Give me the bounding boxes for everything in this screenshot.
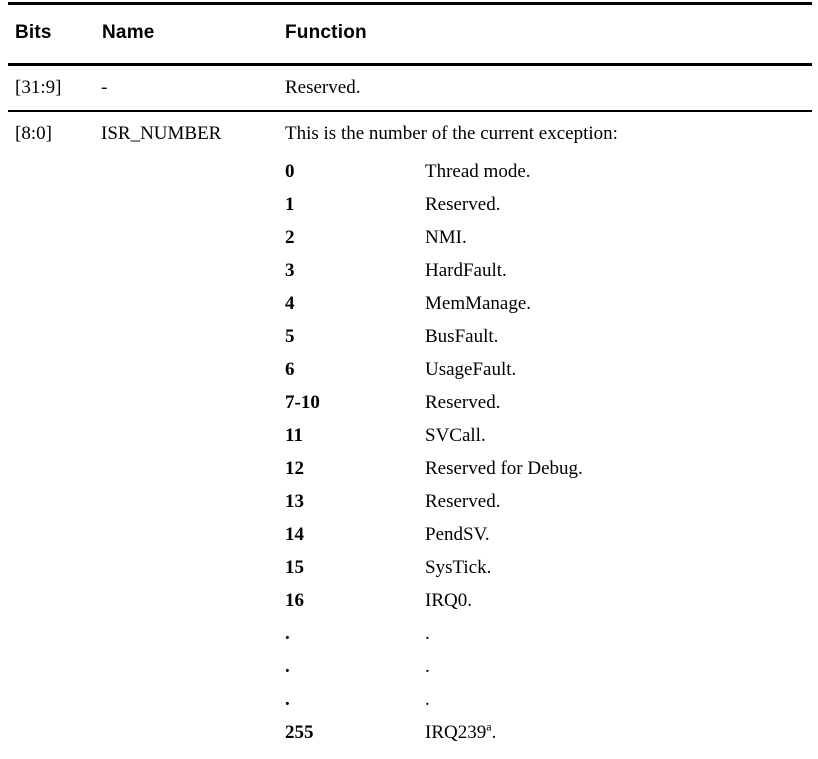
isr-value-row: 11 SVCall. <box>285 419 805 452</box>
isr-value-number: 2 <box>285 227 295 248</box>
isr-value-description: . <box>425 623 430 644</box>
isr-value-description: SysTick. <box>425 557 492 578</box>
isr-value-number: 15 <box>285 557 304 578</box>
row-bits-8-0: [8:0] <box>15 123 52 144</box>
register-bit-field-table: Bits Name Function [31:9] - Reserved. [8… <box>0 0 818 759</box>
isr-value-row: 7-10 Reserved. <box>285 386 805 419</box>
table-header-rule <box>8 63 812 66</box>
isr-number-value-list: 0 Thread mode. 1 Reserved. 2 NMI. 3 HardFault. 4… <box>285 155 805 749</box>
isr-value-description: NMI. <box>425 227 467 248</box>
isr-value-description: MemManage. <box>425 293 532 314</box>
isr-value-row: 2 NMI. <box>285 221 805 254</box>
table-top-rule <box>8 2 812 5</box>
isr-value-description: Reserved. <box>425 491 501 512</box>
isr-value-description: SVCall. <box>425 425 486 446</box>
isr-value-number: 5 <box>285 326 295 347</box>
isr-ellipsis-row: .. <box>285 617 805 650</box>
isr-value-description: IRQ239a. <box>425 716 496 749</box>
row-name-isr-number: ISR_NUMBER <box>101 123 222 144</box>
isr-value-description: . <box>425 656 430 677</box>
row-function-isr-intro: This is the number of the current except… <box>285 123 618 144</box>
row-function-31-9: Reserved. <box>285 77 361 98</box>
isr-value-row: 3 HardFault. <box>285 254 805 287</box>
isr-value-number: 255 <box>285 722 314 743</box>
isr-value-number: 7-10 <box>285 392 320 413</box>
isr-value-row: 12 Reserved for Debug. <box>285 452 805 485</box>
isr-ellipsis-row: .. <box>285 650 805 683</box>
isr-value-description: Reserved. <box>425 392 501 413</box>
isr-value-number: 16 <box>285 590 304 611</box>
isr-value-row: 0 Thread mode. <box>285 155 805 188</box>
column-header-bits: Bits <box>15 22 52 43</box>
isr-value-row: 255 IRQ239a. <box>285 716 805 749</box>
isr-value-row: 1 Reserved. <box>285 188 805 221</box>
isr-value-description: HardFault. <box>425 260 507 281</box>
isr-value-number: 3 <box>285 260 295 281</box>
isr-value-row: 5 BusFault. <box>285 320 805 353</box>
isr-value-description: BusFault. <box>425 326 499 347</box>
isr-value-number: 11 <box>285 425 303 446</box>
isr-value-number: . <box>285 689 290 710</box>
isr-value-row: 4 MemManage. <box>285 287 805 320</box>
isr-value-number: 1 <box>285 194 295 215</box>
isr-value-number: . <box>285 623 290 644</box>
isr-value-number: 13 <box>285 491 304 512</box>
row-bits-31-9: [31:9] <box>15 77 62 98</box>
column-header-function: Function <box>285 22 367 43</box>
isr-value-description: . <box>425 689 430 710</box>
isr-value-row: 14 PendSV. <box>285 518 805 551</box>
isr-value-description: Thread mode. <box>425 161 531 182</box>
isr-value-description: IRQ0. <box>425 590 472 611</box>
isr-value-number: 4 <box>285 293 295 314</box>
isr-value-description: PendSV. <box>425 524 490 545</box>
isr-value-row: 15 SysTick. <box>285 551 805 584</box>
isr-value-description-suffix: . <box>491 722 497 743</box>
isr-value-row: 16 IRQ0. <box>285 584 805 617</box>
table-row-divider <box>8 110 812 112</box>
row-name-31-9: - <box>101 77 108 98</box>
isr-value-number: 6 <box>285 359 295 380</box>
column-header-name: Name <box>102 22 155 43</box>
isr-value-description: Reserved. <box>425 194 501 215</box>
isr-value-description: UsageFault. <box>425 359 517 380</box>
isr-value-number: . <box>285 656 290 677</box>
isr-value-description: Reserved for Debug. <box>425 458 583 479</box>
isr-value-row: 13 Reserved. <box>285 485 805 518</box>
isr-value-description-text: IRQ239 <box>425 722 487 743</box>
isr-value-number: 14 <box>285 524 304 545</box>
isr-ellipsis-row: .. <box>285 683 805 716</box>
isr-value-number: 0 <box>285 161 295 182</box>
isr-value-number: 12 <box>285 458 304 479</box>
isr-value-row: 6 UsageFault. <box>285 353 805 386</box>
